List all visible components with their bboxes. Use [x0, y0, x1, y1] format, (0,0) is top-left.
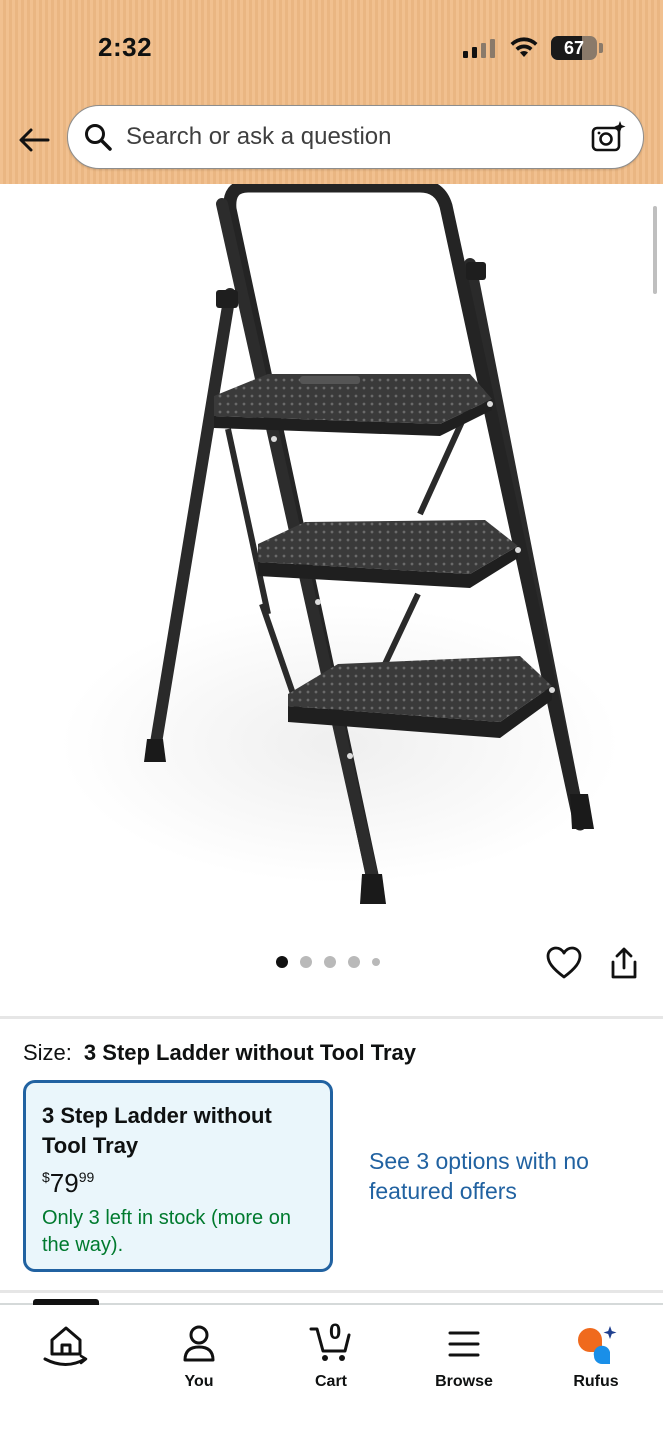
nav-browse[interactable]: Browse [414, 1321, 514, 1391]
battery-percent: 67 [563, 38, 585, 58]
cart-count: 0 [329, 1319, 342, 1344]
option-price: $79 99 [42, 1169, 314, 1197]
price-whole: 79 [49, 1168, 79, 1198]
search-input[interactable]: Search or ask a question [126, 123, 591, 151]
pagination-dot-5[interactable] [372, 958, 380, 966]
back-arrow-icon [19, 128, 50, 152]
nav-rufus-label: Rufus [573, 1373, 619, 1390]
menu-icon [448, 1331, 480, 1357]
search-icon [85, 124, 112, 151]
nav-you-label: You [184, 1373, 214, 1390]
image-pagination-dots [276, 956, 380, 968]
pagination-dot-1[interactable] [276, 956, 288, 968]
nav-home[interactable] [16, 1321, 116, 1373]
product-page: 2:32 67 Search or ask a question Size: 3… [0, 0, 663, 1440]
rufus-icon [578, 1326, 617, 1364]
wifi-icon [510, 37, 538, 57]
nav-cart[interactable]: 0 Cart [281, 1319, 381, 1391]
size-label: Size: [23, 1040, 72, 1065]
nav-rufus[interactable]: Rufus [546, 1321, 646, 1391]
nav-cart-label: Cart [314, 1373, 347, 1390]
cellular-signal-icon [463, 39, 495, 58]
pagination-dot-4[interactable] [348, 956, 360, 968]
search-bar[interactable]: Search or ask a question [67, 105, 644, 169]
step-ladder-image [60, 179, 620, 904]
section-divider-bottom [0, 1290, 663, 1293]
pagination-dot-2[interactable] [300, 956, 312, 968]
person-icon [183, 1325, 215, 1362]
home-icon [43, 1326, 88, 1366]
product-image[interactable] [0, 179, 663, 944]
nav-browse-label: Browse [435, 1373, 493, 1390]
nav-you[interactable]: You [149, 1321, 249, 1391]
status-time: 2:32 [98, 32, 153, 62]
battery-indicator: 67 [551, 36, 597, 60]
size-selector-label: Size: 3 Step Ladder without Tool Tray [23, 1040, 416, 1066]
scrollbar[interactable] [653, 206, 657, 294]
see-other-options-link[interactable]: See 3 options with no featured offers [369, 1146, 609, 1206]
active-tab-indicator [33, 1299, 99, 1305]
back-button[interactable] [16, 122, 52, 158]
share-icon[interactable] [608, 946, 640, 980]
heart-icon[interactable] [546, 946, 582, 980]
option-title: 3 Step Ladder without Tool Tray [42, 1103, 272, 1158]
battery-tip [599, 43, 603, 53]
price-symbol: $ [42, 1169, 50, 1185]
size-option-card-selected[interactable]: 3 Step Ladder without Tool Tray $79 99 On… [23, 1080, 333, 1272]
pagination-dot-3[interactable] [324, 956, 336, 968]
camera-search-icon[interactable] [591, 120, 627, 154]
section-divider [0, 1016, 663, 1019]
size-value: 3 Step Ladder without Tool Tray [83, 1040, 416, 1065]
price-cents: 99 [78, 1169, 95, 1185]
bottom-nav: You 0 Cart Browse Rufus [0, 1299, 663, 1440]
status-icons: 67 [463, 36, 603, 60]
stock-status: Only 3 left in stock (more on the way). [42, 1207, 291, 1256]
header: 2:32 67 Search or ask a question [0, 0, 663, 184]
